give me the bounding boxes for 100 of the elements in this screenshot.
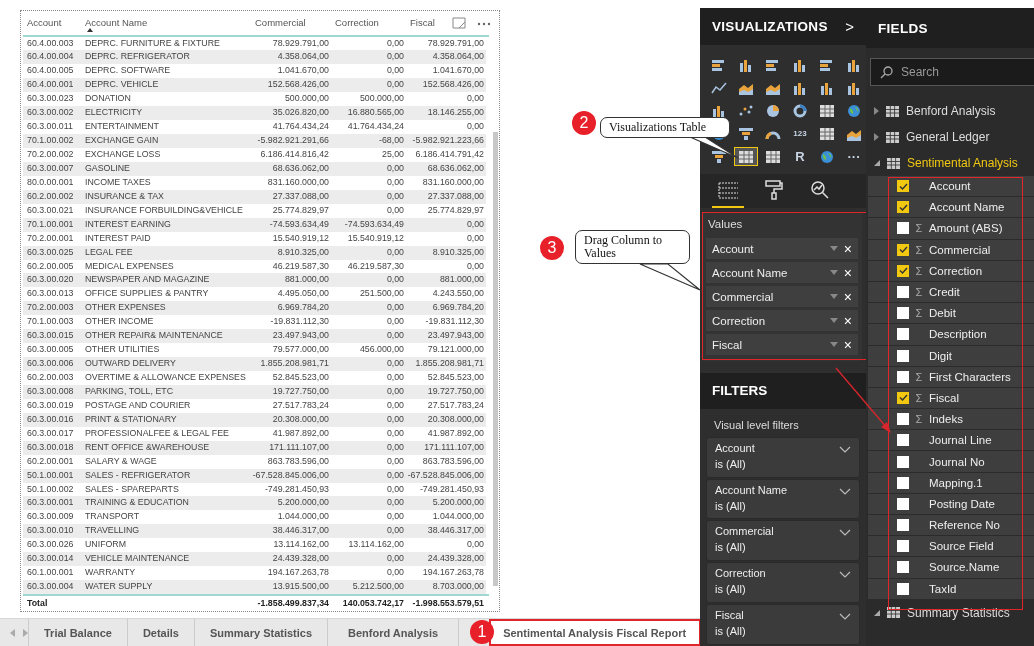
value-field[interactable]: Correction × bbox=[706, 310, 858, 332]
caret-icon[interactable] bbox=[829, 270, 838, 276]
page-tab[interactable]: Summary Statistics bbox=[194, 619, 329, 646]
expand-triangle-icon[interactable] bbox=[874, 609, 880, 616]
field-item[interactable]: Reference No bbox=[868, 515, 1034, 536]
table-cell-text: 24.439.328,00 bbox=[271, 552, 330, 566]
field-item[interactable]: Source Field bbox=[868, 536, 1034, 557]
analytics-icon bbox=[810, 180, 830, 201]
remove-button[interactable]: × bbox=[837, 337, 852, 352]
table-cell-text: 13.114.162,00 bbox=[347, 538, 405, 552]
checkbox[interactable] bbox=[897, 476, 909, 489]
filter-card[interactable]: Account is (All) bbox=[706, 436, 860, 478]
table-cell-text: -67.528.845.006,00 bbox=[251, 468, 330, 482]
remove-button[interactable]: × bbox=[837, 313, 852, 328]
collapse-button[interactable]: > bbox=[845, 18, 854, 36]
table-cell-text: 6.969.784,20 bbox=[276, 301, 330, 315]
field-item[interactable]: Posting Date bbox=[868, 493, 1034, 514]
field-item[interactable]: Σ Credit bbox=[868, 281, 1034, 303]
table-cell-text: 0,00 bbox=[385, 301, 405, 315]
caret-icon[interactable] bbox=[829, 342, 838, 348]
field-item[interactable]: Account Name bbox=[868, 197, 1034, 218]
column-header[interactable]: Account Name bbox=[81, 13, 251, 35]
field-item[interactable]: Account bbox=[868, 176, 1034, 197]
field-item[interactable]: Σ Amount (ABS) bbox=[868, 218, 1034, 239]
table-cell-text: 52.845.523,00 bbox=[426, 371, 485, 384]
field-item[interactable]: Description bbox=[868, 324, 1034, 345]
remove-button[interactable]: × bbox=[837, 241, 852, 256]
checkbox[interactable] bbox=[897, 264, 909, 277]
field-item[interactable]: Journal Line bbox=[868, 430, 1034, 451]
column-header[interactable]: Fiscal bbox=[406, 13, 486, 35]
value-field[interactable]: Account Name × bbox=[706, 262, 858, 284]
caret-icon[interactable] bbox=[829, 318, 838, 324]
caret-icon[interactable] bbox=[829, 294, 838, 300]
checkbox[interactable] bbox=[897, 243, 909, 256]
field-item[interactable]: TaxId bbox=[868, 578, 1034, 599]
checkbox[interactable] bbox=[897, 519, 909, 532]
sigma-icon: Σ bbox=[909, 222, 929, 235]
value-field[interactable]: Fiscal × bbox=[706, 334, 858, 356]
field-item[interactable]: Source.Name bbox=[868, 557, 1034, 578]
field-item[interactable]: Σ Correction bbox=[868, 260, 1034, 281]
expand-triangle-icon[interactable] bbox=[874, 133, 879, 141]
checkbox[interactable] bbox=[897, 434, 909, 447]
caret-icon[interactable] bbox=[829, 246, 838, 252]
field-item[interactable]: Σ Commercial bbox=[868, 239, 1034, 260]
field-item[interactable]: Journal No bbox=[868, 451, 1034, 472]
remove-button[interactable]: × bbox=[837, 289, 852, 304]
checkbox[interactable] bbox=[897, 328, 909, 341]
more-options-icon[interactable] bbox=[477, 22, 491, 26]
field-item[interactable]: Σ Fiscal bbox=[868, 387, 1034, 409]
checkbox[interactable] bbox=[897, 561, 909, 574]
table-cell-text: -67.528.845.006,00 bbox=[406, 468, 485, 482]
focus-mode-icon[interactable] bbox=[452, 17, 466, 29]
filter-card[interactable]: Commercial is (All) bbox=[706, 520, 860, 562]
value-field[interactable]: Account × bbox=[706, 238, 858, 260]
field-name: First Characters bbox=[929, 370, 1011, 383]
table-icon[interactable] bbox=[734, 147, 758, 167]
page-tab[interactable]: Sentimental Analysis Fiscal Report bbox=[489, 619, 702, 646]
field-item[interactable]: Σ Debit bbox=[868, 303, 1034, 324]
remove-button[interactable]: × bbox=[837, 265, 852, 280]
value-field[interactable]: Commercial × bbox=[706, 286, 858, 308]
table-cell-text: 27.517.783,24 bbox=[271, 398, 330, 412]
checkbox[interactable] bbox=[897, 349, 909, 362]
expand-triangle-icon[interactable] bbox=[874, 160, 880, 166]
checkbox[interactable] bbox=[897, 413, 909, 426]
column-header[interactable]: Correction bbox=[331, 13, 406, 35]
column-header[interactable]: Account bbox=[23, 13, 81, 35]
checkbox[interactable] bbox=[897, 307, 909, 320]
field-item[interactable]: Σ Indeks bbox=[868, 409, 1034, 430]
table-cell-text: 0,00 bbox=[465, 231, 485, 245]
filter-card[interactable]: Account Name is (All) bbox=[706, 478, 860, 520]
checkbox[interactable] bbox=[897, 222, 909, 235]
table-item[interactable]: General Ledger bbox=[866, 124, 1034, 150]
checkbox[interactable] bbox=[897, 540, 909, 553]
checkbox[interactable] bbox=[897, 391, 909, 404]
page-tab[interactable]: Trial Balance bbox=[29, 619, 128, 646]
page-tab[interactable]: Benford Analysis bbox=[328, 619, 460, 646]
field-item[interactable]: Digit bbox=[868, 345, 1034, 366]
filter-card[interactable]: Fiscal is (All) bbox=[706, 604, 860, 645]
checkbox[interactable] bbox=[897, 582, 909, 595]
table-cell-text: 78.929.791,00 bbox=[426, 36, 485, 50]
checkbox[interactable] bbox=[897, 497, 909, 510]
expand-triangle-icon[interactable] bbox=[874, 107, 879, 115]
search-field[interactable]: Search bbox=[870, 58, 1034, 86]
checkbox[interactable] bbox=[897, 201, 909, 214]
table-item[interactable]: Benford Analysis bbox=[866, 98, 1034, 124]
page-tab[interactable]: Details bbox=[127, 619, 195, 646]
table-cell-text: 0,00 bbox=[385, 64, 405, 78]
checkbox[interactable] bbox=[897, 455, 909, 468]
column-header[interactable]: Commercial bbox=[251, 13, 331, 35]
table-item[interactable]: Summary Statistics bbox=[866, 599, 1034, 626]
checkbox[interactable] bbox=[897, 286, 909, 299]
field-item[interactable]: Σ First Characters bbox=[868, 366, 1034, 387]
filter-card[interactable]: Correction is (All) bbox=[706, 562, 860, 604]
checkbox[interactable] bbox=[897, 180, 909, 193]
table-cell-text: 15.540.919,12 bbox=[271, 231, 330, 245]
checkbox[interactable] bbox=[897, 370, 909, 383]
field-item[interactable]: Mapping.1 bbox=[868, 472, 1034, 493]
table-cell-text: 68.636.062,00 bbox=[271, 161, 330, 175]
table-item[interactable]: Sentimental Analysis bbox=[866, 150, 1034, 176]
table-cell-text: 50.1.00.002 bbox=[26, 482, 75, 496]
